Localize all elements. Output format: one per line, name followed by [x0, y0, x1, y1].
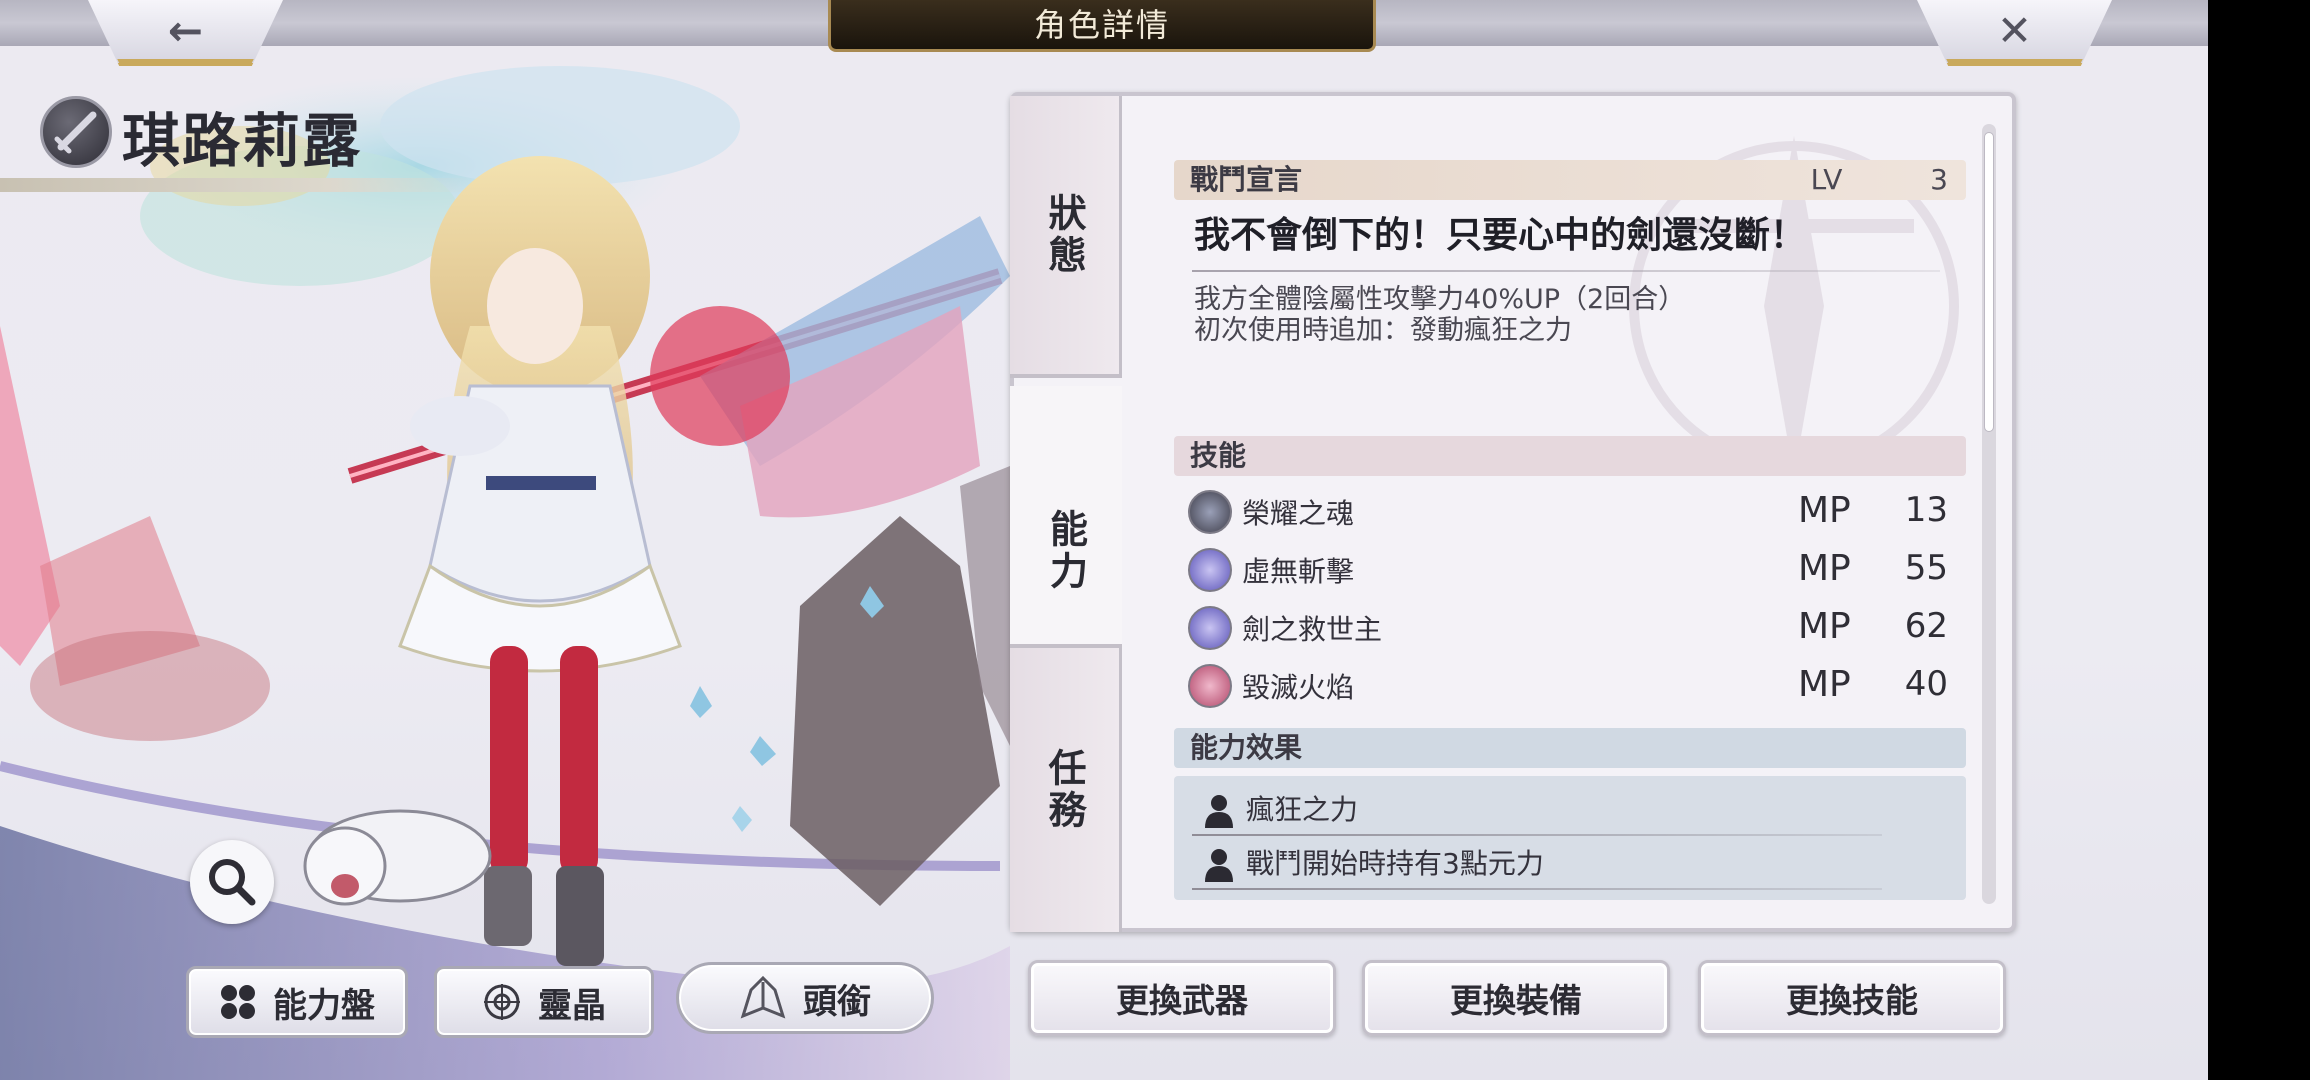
change-weapon-button[interactable]: 更換武器 [1028, 960, 1336, 1036]
skill-row[interactable]: 毀滅火焰 MP 40 [1188, 662, 1948, 712]
crescent-skill-icon [1188, 548, 1232, 592]
ability-effects-title: 能力效果 [1190, 731, 1303, 764]
title-emblem-icon [740, 976, 786, 1019]
character-illustration [0, 66, 1010, 1080]
change-skill-button[interactable]: 更換技能 [1698, 960, 2006, 1036]
battle-declaration-title: 戰鬥宣言 [1190, 163, 1303, 196]
change-equipment-button[interactable]: 更換裝備 [1362, 960, 1670, 1036]
crescent-skill-icon [1188, 606, 1232, 650]
change-equipment-label: 更換裝備 [1450, 981, 1582, 1020]
crystal-label: 靈晶 [538, 985, 606, 1026]
mp-cost: 40 [1904, 664, 1948, 704]
character-art: 琪路莉露 能力盤 靈晶 頭銜 [0, 46, 1010, 1080]
effect-item[interactable]: 瘋狂之力 [1192, 782, 1912, 836]
title-label: 頭銜 [803, 981, 871, 1022]
level-value: 3 [1930, 163, 1948, 196]
battle-quote: 我不會倒下的！只要心中的劍還沒斷！ [1194, 214, 1807, 256]
effect-item[interactable]: 戰鬥開始時持有3點元力 [1192, 836, 1912, 890]
effect-text: 瘋狂之力 [1246, 793, 1359, 826]
skill-row[interactable]: 虛無斬擊 MP 55 [1188, 546, 1948, 596]
title-plate: 角色詳情 [828, 0, 1376, 52]
effect-divider [1192, 888, 1882, 890]
level-display: LV 3 [1811, 160, 1948, 200]
game-screen: ← 角色詳情 ✕ 琪路莉露 能力盤 靈晶 頭銜 狀態 能力 任務 戰鬥宣言 LV… [0, 0, 2208, 1080]
skills-title: 技能 [1190, 439, 1247, 472]
crescent-skill-icon [1188, 664, 1232, 708]
star-skill-icon [1188, 490, 1232, 534]
character-name: 琪路莉露 [122, 107, 363, 175]
battle-declaration-header: 戰鬥宣言 LV 3 [1174, 160, 1966, 200]
battle-description: 我方全體陰屬性攻擊力40%UP（2回合） 初次使用時追加：發動瘋狂之力 [1194, 284, 1685, 346]
detail-panel: 狀態 能力 任務 戰鬥宣言 LV 3 我不會倒下的！只要心中的劍還沒斷！ 我方全… [1010, 92, 2016, 932]
skill-row[interactable]: 劍之救世主 MP 62 [1188, 604, 1948, 654]
sword-icon-graphic [54, 111, 97, 154]
tab-mission[interactable]: 任務 [1010, 644, 1122, 932]
zoom-button[interactable] [190, 840, 274, 924]
tab-mission-label: 任務 [1042, 748, 1087, 832]
person-icon [1205, 849, 1233, 882]
scroll-thumb[interactable] [1984, 132, 1994, 432]
skill-name: 榮耀之魂 [1242, 497, 1355, 530]
tab-status[interactable]: 狀態 [1010, 96, 1122, 378]
person-icon [1205, 795, 1233, 828]
ability-board-label: 能力盤 [273, 985, 375, 1026]
mp-label: MP [1798, 606, 1851, 647]
battle-desc-line-2: 初次使用時追加：發動瘋狂之力 [1194, 315, 1572, 346]
name-divider [0, 178, 470, 192]
crystal-button[interactable]: 靈晶 [434, 966, 654, 1038]
title-button[interactable]: 頭銜 [676, 962, 934, 1034]
battle-desc-line-1: 我方全體陰屬性攻擊力40%UP（2回合） [1194, 284, 1686, 315]
ability-effects-header: 能力效果 [1174, 728, 1966, 768]
change-weapon-label: 更換武器 [1116, 981, 1248, 1020]
close-icon: ✕ [1996, 6, 2033, 55]
magnifier-icon [209, 859, 256, 906]
panel-scrollbar[interactable] [1982, 124, 1996, 904]
crystal-icon [484, 984, 520, 1020]
quote-divider [1192, 270, 1940, 272]
tab-ability-label: 能力 [1043, 509, 1089, 593]
mp-label: MP [1798, 548, 1851, 589]
skill-name: 虛無斬擊 [1242, 555, 1355, 588]
skill-name: 毀滅火焰 [1242, 671, 1355, 704]
ability-board-button[interactable]: 能力盤 [186, 966, 408, 1038]
skill-name: 劍之救世主 [1242, 613, 1383, 646]
ability-effects-list: 瘋狂之力 戰鬥開始時持有3點元力 [1174, 776, 1966, 900]
skills-header: 技能 [1174, 436, 1966, 476]
effect-text: 戰鬥開始時持有3點元力 [1246, 847, 1544, 880]
sword-icon [40, 96, 112, 168]
ability-board-icon [221, 985, 255, 1019]
close-button[interactable]: ✕ [1917, 0, 2112, 66]
change-skill-label: 更換技能 [1786, 981, 1918, 1020]
mp-label: MP [1798, 664, 1851, 705]
mp-cost: 62 [1904, 606, 1948, 646]
mp-cost: 55 [1904, 548, 1948, 588]
page-title: 角色詳情 [1033, 6, 1170, 44]
character-name-row: 琪路莉露 [40, 92, 480, 175]
skill-row[interactable]: 榮耀之魂 MP 13 [1188, 488, 1948, 538]
screen-edge [2208, 0, 2310, 1080]
level-label: LV [1810, 163, 1843, 196]
mp-label: MP [1798, 490, 1851, 531]
tab-status-label: 狀態 [1042, 193, 1087, 277]
mp-cost: 13 [1904, 490, 1948, 530]
